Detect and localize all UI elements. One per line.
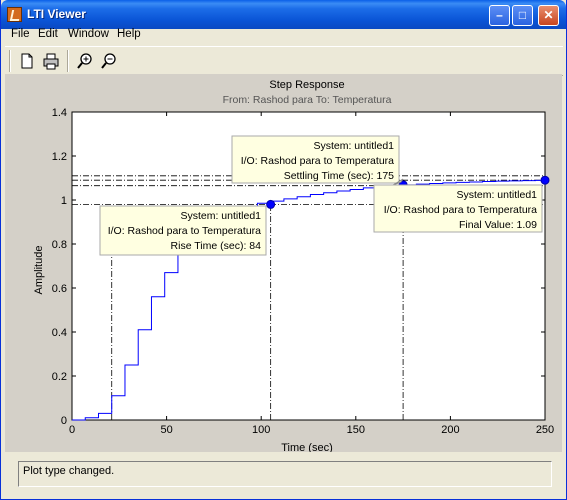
menu-bar: File Edit Window Help [5,24,563,44]
datatip-text: Final Value: 1.09 [459,219,537,231]
plot-panel: Step Response From: Rashod para To: Temp… [5,74,562,452]
status-bar: Plot type changed. [18,461,552,487]
y-tick-label: 0.8 [52,239,67,251]
x-tick-label: 200 [441,424,459,436]
window-title: LTI Viewer [27,7,86,21]
y-tick-label: 0.2 [52,371,67,383]
y-tick-label: 0 [61,415,67,427]
toolbar-separator [9,50,11,72]
x-tick-label: 100 [252,424,270,436]
data-marker [540,175,550,185]
y-tick-label: 0.6 [52,283,67,295]
minimize-button[interactable]: – [489,5,510,26]
y-tick-label: 1.4 [52,107,67,119]
menu-window[interactable]: Window [68,28,109,40]
datatip-text: Settling Time (sec): 175 [284,170,394,182]
datatip-text: I/O: Rashod para to Temperatura [108,225,261,237]
datatip-text: System: untitled1 [313,140,394,152]
toolbar-separator [67,50,69,72]
status-text: Plot type changed. [23,465,115,477]
maximize-icon: □ [518,8,527,22]
menu-file[interactable]: File [11,28,30,40]
lti-viewer-window: LTI Viewer – □ ✕ File Edit Window Help S… [0,0,567,500]
x-tick-label: 250 [536,424,554,436]
data-marker [266,199,276,209]
x-tick-label: 50 [160,424,172,436]
y-axis-label: Amplitude [33,246,45,295]
x-axis-label: Time (sec) [281,442,333,452]
maximize-button[interactable]: □ [512,5,533,26]
print-icon[interactable] [41,51,61,71]
y-tick-label: 1.2 [52,151,67,163]
new-document-icon[interactable] [17,51,37,71]
datatip-text: System: untitled1 [456,189,537,201]
zoom-out-icon[interactable] [99,51,119,71]
minimize-icon: – [496,8,503,22]
toolbar [5,46,563,76]
y-tick-label: 0.4 [52,327,67,339]
menu-edit[interactable]: Edit [38,28,58,40]
datatip-text: Rise Time (sec): 84 [171,240,262,252]
chart-area: 0 50 100 150 200 250 0 0.2 0.4 0.6 0.8 1 1.2 1.4 Syste… [52,107,554,436]
plot-title: Step Response [269,79,344,91]
plot-subtitle: From: Rashod para To: Temperatura [223,94,392,106]
y-tick-label: 1 [61,195,67,207]
x-tick-label: 150 [347,424,365,436]
datatip-text: I/O: Rashod para to Temperatura [241,155,394,167]
menu-help[interactable]: Help [117,28,141,40]
datatip-text: I/O: Rashod para to Temperatura [384,204,537,216]
close-button[interactable]: ✕ [538,5,559,26]
datatip-text: System: untitled1 [180,210,261,222]
x-tick-label: 0 [69,424,75,436]
close-icon: ✕ [543,8,554,22]
matlab-icon [7,7,22,22]
step-response-plot[interactable]: Step Response From: Rashod para To: Temp… [5,74,562,452]
zoom-in-icon[interactable] [75,51,95,71]
